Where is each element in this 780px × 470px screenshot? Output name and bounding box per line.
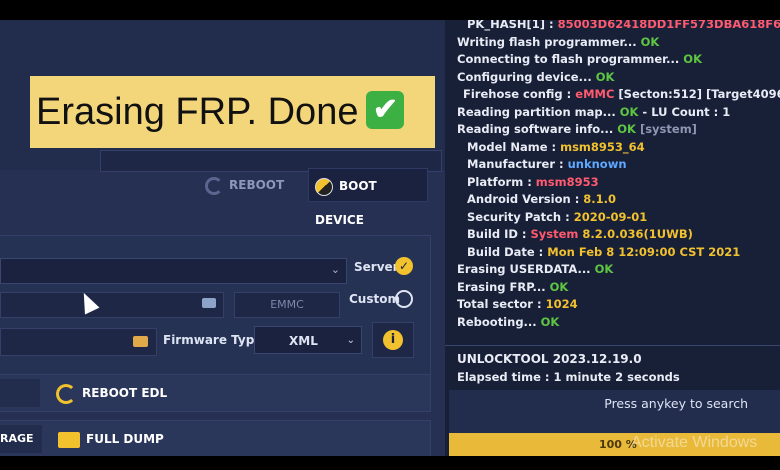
file-path-input[interactable] <box>0 292 224 318</box>
full-dump-icon <box>58 431 80 448</box>
elapsed-time: Elapsed time : 1 minute 2 seconds <box>457 370 680 384</box>
firmware-type-value: XML <box>289 334 318 348</box>
log-line: Security Patch : 2020-09-01 <box>467 209 648 224</box>
chevron-down-icon: ⌄ <box>346 335 355 346</box>
screen-frame: REBOOT BOOT DEVICE ⌄ Server ✓ Custom EMM… <box>0 20 780 456</box>
log-line: Writing flash programmer... OK <box>457 34 660 49</box>
log-line: Reading partition map... OK - LU Count :… <box>457 104 731 119</box>
log-panel: PK_HASH[1] : 85003D62418DD1FF573DBA618F6… <box>445 20 780 456</box>
storage-type-field[interactable]: EMMC <box>234 292 340 318</box>
video-caption: Erasing FRP. Done ✔ <box>30 76 435 148</box>
log-line: Build Date : Mon Feb 8 12:09:00 CST 2021 <box>467 244 741 259</box>
full-dump-button[interactable]: FULL DUMP <box>58 425 164 453</box>
log-line: Erasing USERDATA... OK <box>457 262 614 276</box>
divider <box>445 345 780 346</box>
operation-row: RAGE FULL DUMP <box>0 420 431 456</box>
operation-button-left[interactable] <box>0 379 40 407</box>
reboot-label: REBOOT <box>229 178 285 192</box>
custom-label: Custom <box>349 292 400 306</box>
log-line: Connecting to flash programmer... OK <box>457 52 702 66</box>
server-label: Server <box>354 260 399 274</box>
log-line: Manufacturer : unknown <box>467 157 627 171</box>
reboot-edl-button[interactable]: REBOOT EDL <box>56 379 167 407</box>
reboot-edl-icon <box>56 383 76 404</box>
firmware-type-select[interactable]: XML ⌄ <box>254 326 362 354</box>
log-output: PK_HASH[1] : 85003D62418DD1FF573DBA618F6… <box>457 20 780 331</box>
info-icon: i <box>383 330 403 350</box>
info-button[interactable]: i <box>372 322 414 358</box>
log-line: Configuring device... OK <box>457 69 615 84</box>
activate-windows-watermark: Activate Windows <box>631 434 758 451</box>
reboot-edl-label: REBOOT EDL <box>82 386 168 400</box>
tool-version: UNLOCKTOOL 2023.12.19.0 <box>457 352 642 366</box>
log-line: Build ID : System 8.2.0.036(1UWB) <box>467 227 693 241</box>
erase-storage-button[interactable]: RAGE <box>0 425 42 453</box>
server-radio[interactable]: ✓ <box>395 257 413 275</box>
folder-open-icon[interactable] <box>133 336 148 347</box>
log-line: Total sector : 1024 <box>457 297 578 311</box>
tool-info: UNLOCKTOOL 2023.12.19.0 Elapsed time : 1… <box>457 350 680 386</box>
log-line: PK_HASH[1] : 85003D62418DD1FF573DBA618F6… <box>467 20 780 31</box>
reboot-button[interactable]: REBOOT <box>205 168 284 202</box>
log-line: Android Version : 8.1.0 <box>467 192 617 206</box>
log-line: Platform : msm8953 <box>467 174 599 189</box>
boot-device-icon <box>315 177 333 196</box>
full-dump-label: FULL DUMP <box>86 432 164 446</box>
log-line: Rebooting... OK <box>457 314 560 329</box>
custom-radio[interactable] <box>395 290 413 308</box>
reboot-icon <box>205 176 223 195</box>
app-panel: REBOOT BOOT DEVICE ⌄ Server ✓ Custom EMM… <box>0 20 445 456</box>
log-line: Firehose config : eMMC [Secton:512] [Tar… <box>463 87 780 101</box>
chevron-down-icon: ⌄ <box>330 263 340 276</box>
firmware-type-label: Firmware Type <box>163 333 263 347</box>
caption-text: Erasing FRP. Done <box>36 91 359 133</box>
log-line: Model Name : msm8953_64 <box>467 139 645 154</box>
check-mark-icon: ✔ <box>366 90 405 129</box>
folder-icon[interactable] <box>202 298 216 308</box>
press-anykey-text: Press anykey to search <box>604 396 748 411</box>
log-line: Reading software info... OK [system] <box>457 122 697 136</box>
operation-row: REBOOT EDL <box>0 374 431 412</box>
model-select[interactable]: ⌄ <box>0 258 347 284</box>
boot-device-button[interactable]: BOOT DEVICE <box>308 168 428 227</box>
log-line: Erasing FRP... OK <box>457 279 569 294</box>
